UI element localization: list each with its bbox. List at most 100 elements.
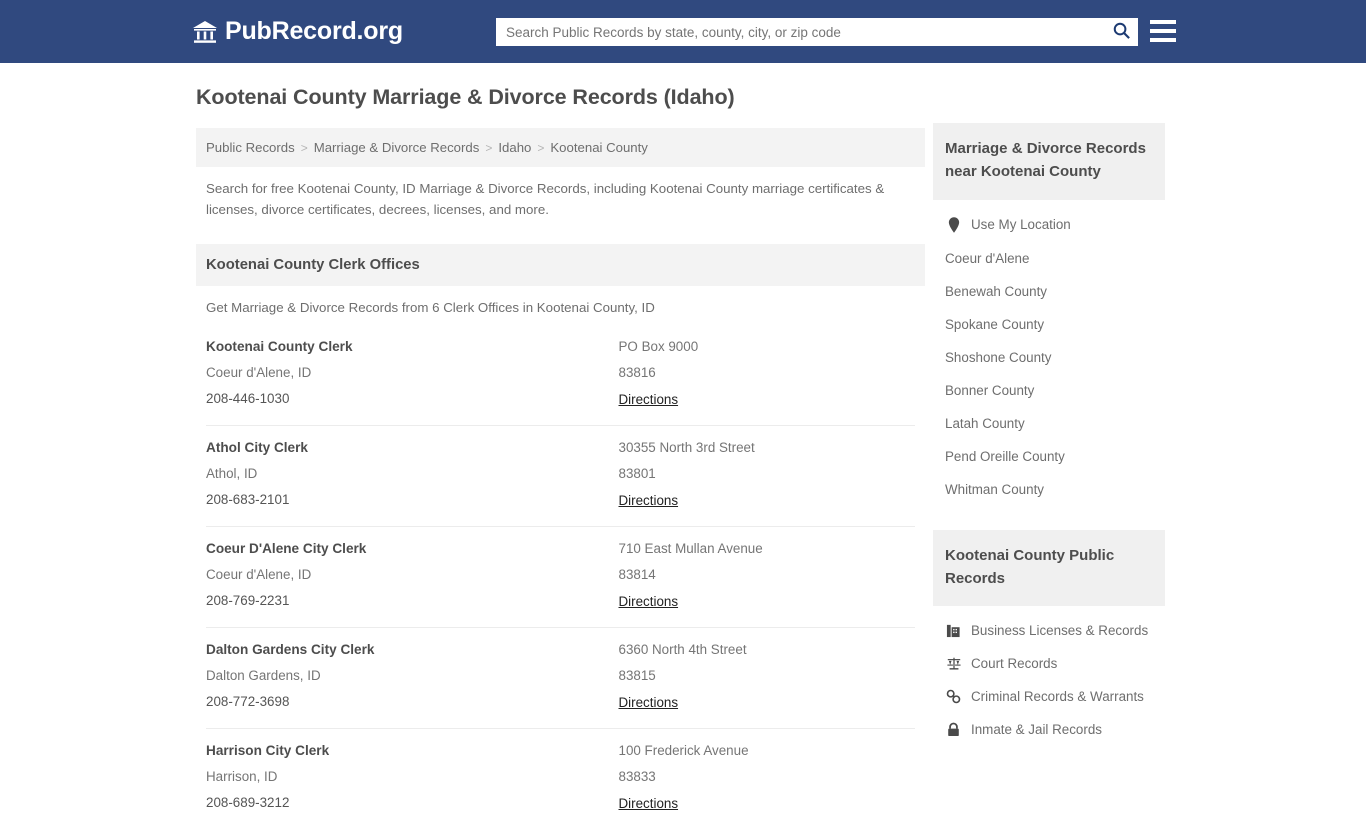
sidebar-item-coeur-dalene[interactable]: Coeur d'Alene — [945, 242, 1153, 275]
table-row: Dalton Gardens City Clerk Dalton Gardens… — [206, 628, 916, 730]
office-phone: 208-446-1030 — [206, 391, 290, 407]
table-row: Coeur D'Alene City Clerk Coeur d'Alene, … — [206, 527, 916, 629]
sidebar-item-label: Court Records — [971, 656, 1058, 671]
sidebar-item-label: Whitman County — [945, 481, 1044, 497]
office-city-state: Dalton Gardens, ID — [206, 668, 321, 684]
breadcrumb-item-1[interactable]: Marriage & Divorce Records — [314, 140, 480, 155]
directions-link[interactable]: Directions — [619, 796, 679, 811]
office-city-state: Athol, ID — [206, 466, 258, 482]
office-building-icon — [945, 623, 962, 638]
search-bar[interactable] — [496, 18, 1138, 46]
table-row: Kootenai County Clerk Coeur d'Alene, ID … — [206, 325, 916, 427]
table-row: Harrison City Clerk Harrison, ID 208-689… — [206, 729, 915, 829]
breadcrumb-separator: > — [537, 140, 545, 155]
sidebar-item-criminal-records[interactable]: Criminal Records & Warrants — [945, 680, 1153, 713]
sidebar-panel-title-public-records: Kootenai County Public Records — [933, 529, 1165, 606]
sidebar-item-inmate-jail-records[interactable]: Inmate & Jail Records — [945, 713, 1153, 746]
sidebar-item-benewah-county[interactable]: Benewah County — [945, 275, 1153, 308]
sidebar-item-latah-county[interactable]: Latah County — [945, 407, 1153, 440]
site-logo[interactable]: PubRecord.org — [192, 17, 403, 46]
handcuffs-icon — [945, 689, 962, 704]
site-logo-text: PubRecord.org — [225, 17, 403, 45]
office-zip: 83815 — [618, 668, 656, 684]
office-city-state: Coeur d'Alene, ID — [206, 365, 312, 381]
office-city-state: Coeur d'Alene, ID — [206, 567, 312, 583]
office-details: Dalton Gardens City Clerk Dalton Gardens… — [206, 642, 561, 712]
office-name: Harrison City Clerk — [206, 743, 330, 759]
office-name: Dalton Gardens City Clerk — [206, 642, 375, 658]
sidebar-item-bonner-county[interactable]: Bonner County — [945, 374, 1153, 407]
office-phone: 208-769-2231 — [206, 593, 290, 609]
table-row: Athol City Clerk Athol, ID 208-683-2101 … — [206, 426, 916, 528]
breadcrumb-item-2[interactable]: Idaho — [498, 140, 531, 155]
office-name: Kootenai County Clerk — [206, 339, 353, 355]
search-input[interactable] — [496, 18, 1104, 46]
sidebar-item-label: Latah County — [945, 415, 1025, 431]
sidebar: Marriage & Divorce Records near Kootenai… — [933, 123, 1165, 750]
clerk-office-list: Kootenai County Clerk Coeur d'Alene, ID … — [196, 325, 925, 829]
sidebar-item-label: Bonner County — [945, 382, 1035, 398]
hamburger-menu-icon[interactable] — [1150, 20, 1176, 42]
office-details: Coeur D'Alene City Clerk Coeur d'Alene, … — [206, 541, 561, 611]
section-subtitle-clerk-offices: Get Marriage & Divorce Records from 6 Cl… — [206, 300, 655, 316]
sidebar-item-whitman-county[interactable]: Whitman County — [945, 473, 1153, 506]
office-street: 30355 North 3rd Street — [618, 440, 755, 456]
office-details: Kootenai County Clerk Coeur d'Alene, ID … — [206, 339, 561, 409]
directions-link[interactable]: Directions — [619, 594, 679, 609]
office-city-state: Harrison, ID — [206, 769, 278, 785]
scales-of-justice-icon — [945, 656, 962, 671]
sidebar-item-label: Use My Location — [971, 217, 1071, 232]
section-title-clerk-offices: Kootenai County Clerk Offices — [196, 244, 925, 287]
office-name: Athol City Clerk — [206, 440, 308, 456]
office-address: 30355 North 3rd Street 83801 Directions — [561, 440, 916, 510]
breadcrumb-item-3[interactable]: Kootenai County — [550, 140, 648, 155]
search-icon — [1112, 21, 1131, 43]
office-zip: 83801 — [618, 466, 656, 482]
office-address: 6360 North 4th Street 83815 Directions — [561, 642, 916, 712]
office-street: PO Box 9000 — [618, 339, 699, 355]
sidebar-panel-title-nearby: Marriage & Divorce Records near Kootenai… — [933, 123, 1165, 200]
office-zip: 83814 — [618, 567, 656, 583]
office-street: 6360 North 4th Street — [618, 642, 747, 658]
breadcrumb-separator: > — [485, 140, 493, 155]
sidebar-item-label: Spokane County — [945, 316, 1045, 332]
directions-link[interactable]: Directions — [619, 493, 679, 508]
office-name: Coeur D'Alene City Clerk — [206, 541, 367, 557]
sidebar-item-pend-oreille-county[interactable]: Pend Oreille County — [945, 440, 1153, 473]
sidebar-item-label: Benewah County — [945, 283, 1047, 299]
office-phone: 208-689-3212 — [206, 795, 290, 811]
breadcrumb-separator: > — [300, 140, 308, 155]
bank-building-icon — [192, 20, 218, 44]
office-zip: 83816 — [618, 365, 656, 381]
lock-icon — [945, 722, 962, 737]
office-details: Athol City Clerk Athol, ID 208-683-2101 — [206, 440, 561, 510]
main-content: Kootenai County Marriage & Divorce Recor… — [196, 85, 925, 829]
office-address: PO Box 9000 83816 Directions — [561, 339, 916, 409]
breadcrumb-item-0[interactable]: Public Records — [206, 140, 295, 155]
sidebar-item-shoshone-county[interactable]: Shoshone County — [945, 341, 1153, 374]
sidebar-item-court-records[interactable]: Court Records — [945, 647, 1153, 680]
sidebar-item-label: Shoshone County — [945, 349, 1052, 365]
office-zip: 83833 — [618, 769, 656, 785]
map-pin-icon — [945, 216, 962, 233]
sidebar-item-spokane-county[interactable]: Spokane County — [945, 308, 1153, 341]
directions-link[interactable]: Directions — [619, 392, 679, 407]
office-address: 710 East Mullan Avenue 83814 Directions — [561, 541, 916, 611]
sidebar-nearby-links: Use My Location Coeur d'Alene Benewah Co… — [933, 200, 1165, 510]
sidebar-item-label: Business Licenses & Records — [971, 623, 1149, 638]
sidebar-item-label: Coeur d'Alene — [945, 250, 1030, 266]
sidebar-item-label: Inmate & Jail Records — [971, 722, 1102, 737]
sidebar-item-label: Criminal Records & Warrants — [971, 689, 1144, 704]
sidebar-item-use-my-location[interactable]: Use My Location — [945, 208, 1153, 242]
directions-link[interactable]: Directions — [619, 695, 679, 710]
office-address: 100 Frederick Avenue 83833 Directions — [561, 743, 916, 813]
page-description: Search for free Kootenai County, ID Marr… — [206, 181, 885, 217]
page-title: Kootenai County Marriage & Divorce Recor… — [196, 85, 735, 109]
sidebar-item-business-licenses[interactable]: Business Licenses & Records — [945, 614, 1153, 647]
office-street: 100 Frederick Avenue — [618, 743, 749, 759]
site-header: PubRecord.org — [0, 0, 1366, 63]
sidebar-public-records-links: Business Licenses & Records Court Record… — [933, 606, 1165, 750]
search-button[interactable] — [1104, 18, 1138, 46]
sidebar-item-label: Pend Oreille County — [945, 448, 1065, 464]
